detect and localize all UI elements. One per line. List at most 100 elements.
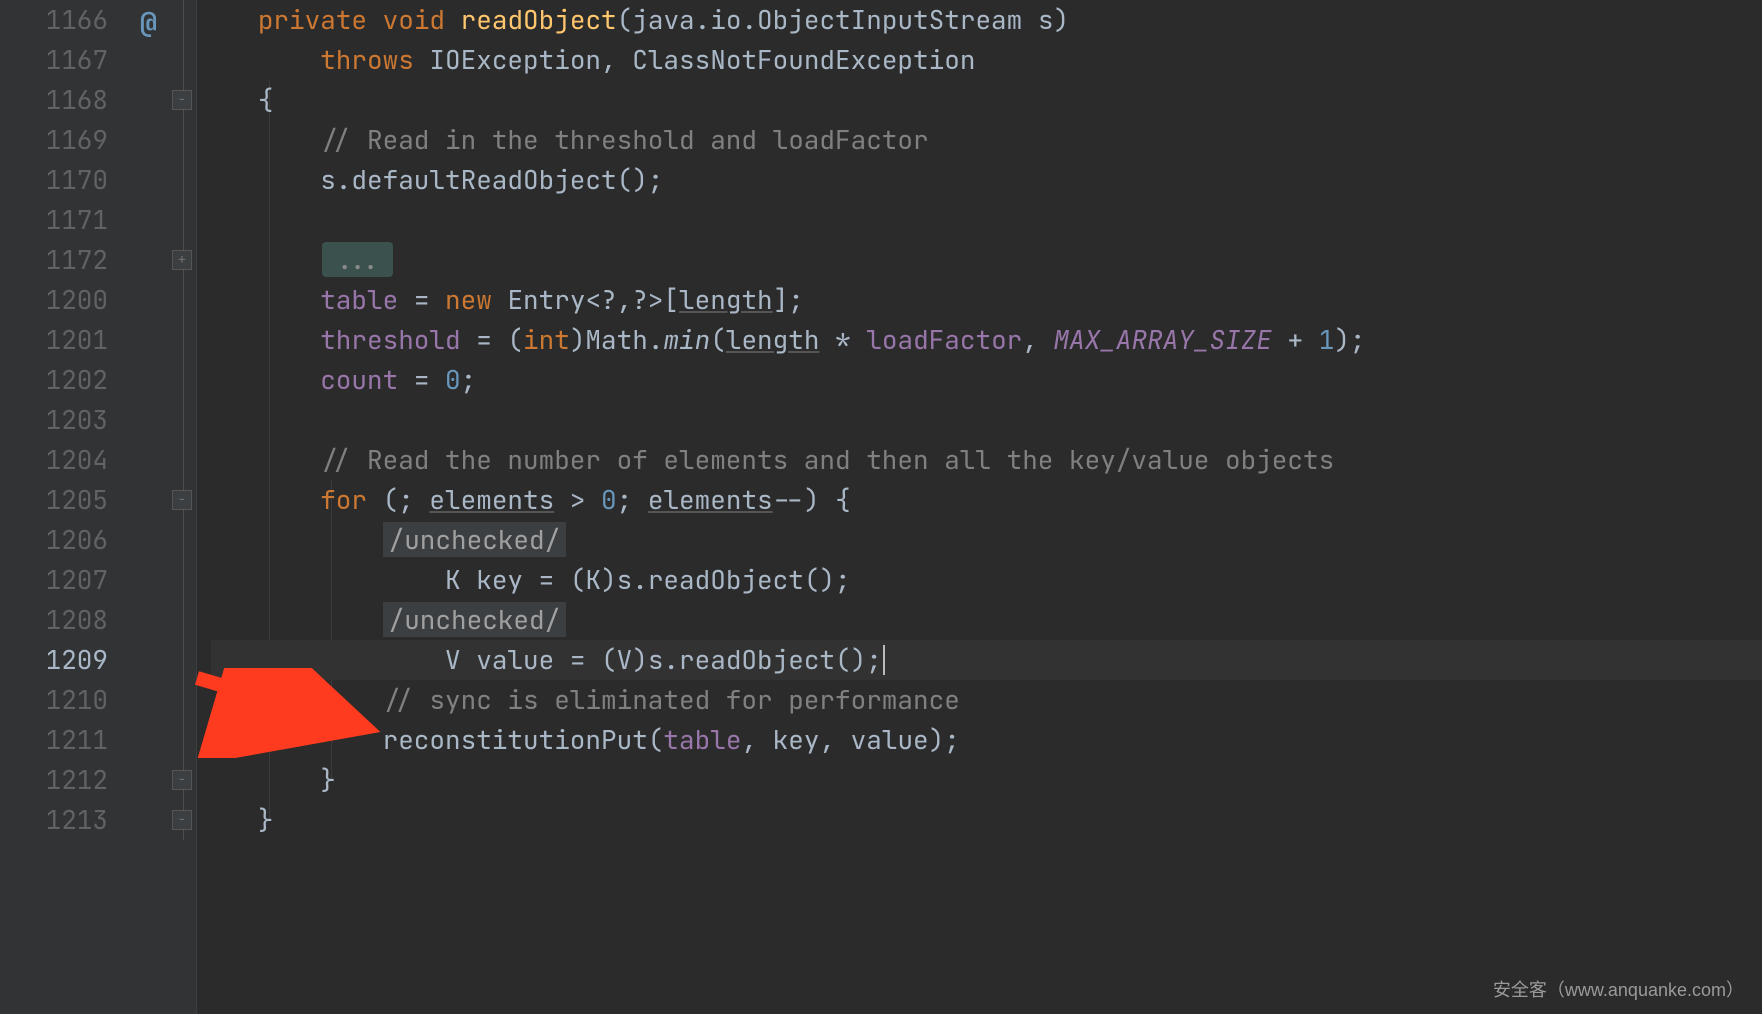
comment: // sync is eliminated for performance bbox=[383, 682, 960, 717]
fold-toggle-collapse-icon[interactable]: − bbox=[172, 490, 192, 510]
for-head-d: --) { bbox=[773, 482, 851, 517]
var-elements: elements bbox=[648, 482, 773, 517]
field-threshold: threshold bbox=[320, 322, 460, 357]
code-line[interactable]: // Read the number of elements and then … bbox=[211, 440, 1762, 480]
field-table: table bbox=[320, 282, 398, 317]
code-line[interactable]: // Read in the threshold and loadFactor bbox=[211, 120, 1762, 160]
code-line[interactable]: reconstitutionPut(table, key, value); bbox=[211, 720, 1762, 760]
paren-open: ( bbox=[710, 322, 726, 357]
code-line[interactable]: // sync is eliminated for performance bbox=[211, 680, 1762, 720]
line-number: 1208 bbox=[18, 600, 108, 640]
line-number: 1211 bbox=[18, 720, 108, 760]
folded-region-placeholder[interactable]: ... bbox=[322, 242, 393, 277]
vcs-change-marker-icon: @ bbox=[140, 4, 157, 41]
brace-close: } bbox=[258, 802, 274, 837]
field-count: count bbox=[320, 362, 398, 397]
keyword-void: void bbox=[383, 2, 445, 37]
line-number: 1210 bbox=[18, 680, 108, 720]
keyword-new: new bbox=[445, 282, 492, 317]
code-line[interactable]: } bbox=[211, 800, 1762, 840]
comma: , bbox=[1022, 322, 1053, 357]
op-eq: = ( bbox=[461, 322, 523, 357]
code-line[interactable]: threshold = (int)Math.min(length * loadF… bbox=[211, 320, 1762, 360]
field-loadfactor: loadFactor bbox=[866, 322, 1022, 357]
code-line[interactable]: table = new Entry<?,?>[length]; bbox=[211, 280, 1762, 320]
op-mul: * bbox=[819, 322, 866, 357]
semicolon: ; bbox=[461, 362, 477, 397]
keyword-int: int bbox=[523, 322, 570, 357]
line-number: 1203 bbox=[18, 400, 108, 440]
code-line[interactable]: count = 0; bbox=[211, 360, 1762, 400]
number-literal: 0 bbox=[601, 482, 617, 517]
code-area[interactable]: private void readObject(java.io.ObjectIn… bbox=[197, 0, 1762, 1014]
fold-toggle-end-icon[interactable]: − bbox=[172, 770, 192, 790]
keyword-for: for bbox=[320, 482, 367, 517]
line-number: 1212 bbox=[18, 760, 108, 800]
line-number: 1202 bbox=[18, 360, 108, 400]
fold-toggle-expand-icon[interactable]: + bbox=[172, 250, 192, 270]
line-number: 1213 bbox=[18, 800, 108, 840]
method-params: (java.io.ObjectInputStream s) bbox=[617, 2, 1069, 37]
line-number: 1169 bbox=[18, 120, 108, 160]
method-name: readObject bbox=[461, 2, 617, 37]
fold-toggle-collapse-icon[interactable]: − bbox=[172, 90, 192, 110]
math-prefix: )Math. bbox=[570, 322, 664, 357]
code-line[interactable]: { bbox=[211, 80, 1762, 120]
line-number: 1200 bbox=[18, 280, 108, 320]
code-line[interactable]: /unchecked/ bbox=[211, 520, 1762, 560]
statement: s.defaultReadObject(); bbox=[320, 162, 663, 197]
suppress-unchecked-annotation: /unchecked/ bbox=[383, 522, 567, 557]
code-line[interactable]: s.defaultReadObject(); bbox=[211, 160, 1762, 200]
line-number: 1205 bbox=[18, 480, 108, 520]
comment: // Read in the threshold and loadFactor bbox=[320, 122, 928, 157]
suppress-unchecked-annotation: /unchecked/ bbox=[383, 602, 567, 637]
line-number: 1166 bbox=[18, 0, 108, 40]
line-number: 1172 bbox=[18, 240, 108, 280]
code-line-blank[interactable] bbox=[211, 400, 1762, 440]
number-literal: 1 bbox=[1319, 322, 1335, 357]
keyword-throws: throws bbox=[320, 42, 414, 77]
var-elements: elements bbox=[429, 482, 554, 517]
text-caret bbox=[883, 645, 885, 675]
code-line[interactable]: for (; elements > 0; elements--) { bbox=[211, 480, 1762, 520]
code-line[interactable]: private void readObject(java.io.ObjectIn… bbox=[211, 0, 1762, 40]
code-line[interactable]: throws IOException, ClassNotFoundExcepti… bbox=[211, 40, 1762, 80]
var-length: length bbox=[679, 282, 773, 317]
fold-guide-line bbox=[183, 0, 184, 840]
constant-max-array-size: MAX_ARRAY_SIZE bbox=[1054, 322, 1272, 357]
line-number: 1206 bbox=[18, 520, 108, 560]
code-editor[interactable]: 1166 1167 1168 1169 1170 1171 1172 1200 … bbox=[0, 0, 1762, 1014]
code-line[interactable]: /unchecked/ bbox=[211, 600, 1762, 640]
line-number-current: 1209 bbox=[18, 640, 108, 680]
line-number: 1168 bbox=[18, 80, 108, 120]
op-gt: > bbox=[554, 482, 601, 517]
op-eq: = bbox=[398, 282, 445, 317]
line-number-gutter: 1166 1167 1168 1169 1170 1171 1172 1200 … bbox=[0, 0, 126, 1014]
bracket-close: ]; bbox=[773, 282, 804, 317]
number-literal: 0 bbox=[445, 362, 461, 397]
watermark-text: 安全客（www.anquanke.com） bbox=[1493, 976, 1744, 1002]
var-length: length bbox=[726, 322, 820, 357]
line-number: 1204 bbox=[18, 440, 108, 480]
for-head-c: ; bbox=[617, 482, 648, 517]
static-method-min: min bbox=[663, 322, 710, 357]
line-number: 1207 bbox=[18, 560, 108, 600]
keyword-private: private bbox=[258, 2, 367, 37]
line-number: 1201 bbox=[18, 320, 108, 360]
brace-close: } bbox=[320, 762, 336, 797]
code-line-folded[interactable]: ... bbox=[211, 240, 1762, 280]
call-reconstitutionput: reconstitutionPut( bbox=[383, 722, 664, 757]
code-line[interactable]: K key = (K)s.readObject(); bbox=[211, 560, 1762, 600]
fold-toggle-end-icon[interactable]: − bbox=[172, 810, 192, 830]
op-eq: = bbox=[398, 362, 445, 397]
statement-key: K key = (K)s.readObject(); bbox=[445, 562, 851, 597]
code-line-current[interactable]: V value = (V)s.readObject(); bbox=[211, 640, 1762, 680]
comment: // Read the number of elements and then … bbox=[320, 442, 1334, 477]
exception-list: IOException, ClassNotFoundException bbox=[429, 42, 975, 77]
type-entry: Entry<?,?>[ bbox=[492, 282, 679, 317]
gutter-marks-column: @ − + − − − bbox=[126, 0, 197, 1014]
code-line[interactable]: } bbox=[211, 760, 1762, 800]
line-number: 1170 bbox=[18, 160, 108, 200]
line-number: 1167 bbox=[18, 40, 108, 80]
code-line-blank[interactable] bbox=[211, 200, 1762, 240]
